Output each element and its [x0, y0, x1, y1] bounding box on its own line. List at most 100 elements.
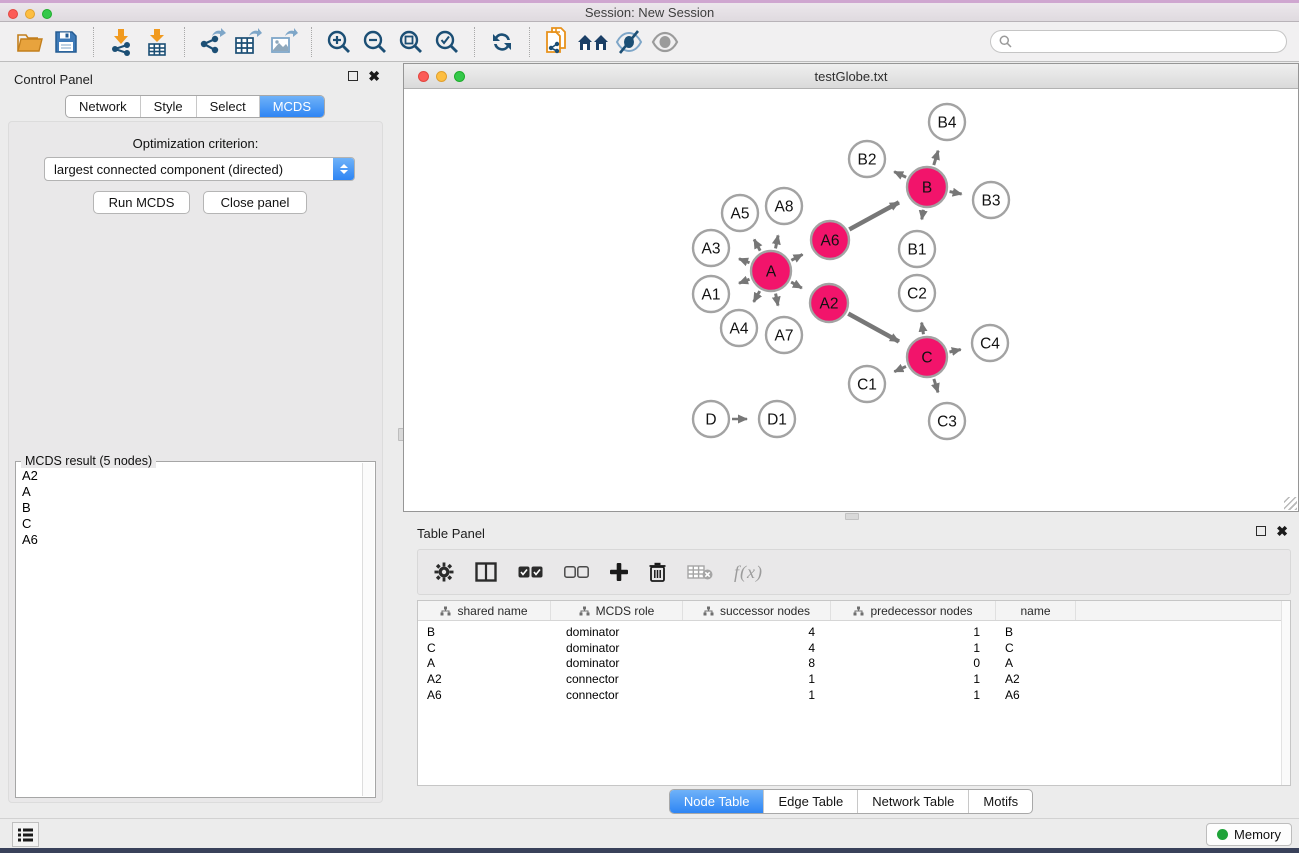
- import-network-button[interactable]: [103, 26, 139, 58]
- graph-node-A6[interactable]: A6: [811, 221, 849, 259]
- add-column-button[interactable]: [610, 563, 628, 581]
- graph-edge-A-A7[interactable]: [776, 294, 778, 306]
- tab-style[interactable]: Style: [140, 96, 196, 117]
- mcds-result-item[interactable]: C: [17, 516, 362, 532]
- tab-node-table[interactable]: Node Table: [670, 790, 764, 813]
- graph-edge-A2-C[interactable]: [848, 314, 899, 342]
- hide-annotations-button[interactable]: [611, 26, 647, 58]
- table-scrollbar[interactable]: [1281, 601, 1290, 785]
- table-row[interactable]: Adominator80A: [418, 656, 1290, 672]
- mcds-result-item[interactable]: A2: [17, 468, 362, 484]
- table-row[interactable]: A6connector11A6: [418, 688, 1290, 704]
- graph-edge-C-C1[interactable]: [894, 366, 906, 371]
- column-header-mcds-role[interactable]: MCDS role: [551, 601, 683, 620]
- close-panel-icon[interactable]: ✖: [1276, 526, 1288, 536]
- export-network-button[interactable]: [194, 26, 230, 58]
- graph-edge-A-A1[interactable]: [739, 279, 750, 283]
- mcds-result-item[interactable]: B: [17, 500, 362, 516]
- table-settings-button[interactable]: [434, 562, 454, 582]
- graph-node-A3[interactable]: A3: [693, 230, 729, 266]
- table-row[interactable]: A2connector11A2: [418, 672, 1290, 688]
- optimization-criterion-select[interactable]: largest connected component (directed): [44, 157, 355, 181]
- graph-edge-B-B4[interactable]: [934, 151, 938, 165]
- zoom-out-button[interactable]: [357, 26, 393, 58]
- graph-node-B4[interactable]: B4: [929, 104, 965, 140]
- graph-node-C4[interactable]: C4: [972, 325, 1008, 361]
- graph-edge-B-B3[interactable]: [950, 192, 962, 194]
- graph-edge-A-A6[interactable]: [791, 254, 802, 260]
- open-file-button[interactable]: [12, 26, 48, 58]
- graph-node-A7[interactable]: A7: [766, 317, 802, 353]
- graph-node-C2[interactable]: C2: [899, 275, 935, 311]
- first-neighbors-button[interactable]: [575, 26, 611, 58]
- graph-node-D1[interactable]: D1: [759, 401, 795, 437]
- deselect-all-columns-button[interactable]: [564, 566, 589, 578]
- graph-edge-B-B2[interactable]: [894, 172, 906, 178]
- close-panel-icon[interactable]: ✖: [368, 71, 380, 81]
- select-all-columns-button[interactable]: [518, 566, 543, 578]
- run-mcds-button[interactable]: Run MCDS: [93, 191, 190, 214]
- graph-edge-A-A3[interactable]: [739, 259, 750, 263]
- zoom-in-button[interactable]: [321, 26, 357, 58]
- float-panel-icon[interactable]: [1256, 526, 1266, 536]
- resize-grip-icon[interactable]: [1284, 497, 1297, 510]
- mcds-result-item[interactable]: A: [17, 484, 362, 500]
- graph-node-A1[interactable]: A1: [693, 276, 729, 312]
- tab-network-table[interactable]: Network Table: [857, 790, 968, 813]
- tab-mcds[interactable]: MCDS: [259, 96, 324, 117]
- graph-edge-C-C4[interactable]: [949, 350, 960, 353]
- graph-node-D[interactable]: D: [693, 401, 729, 437]
- search-input[interactable]: [990, 30, 1287, 53]
- export-image-button[interactable]: [266, 26, 302, 58]
- graph-edge-A-A5[interactable]: [754, 239, 760, 250]
- table-row[interactable]: Bdominator41B: [418, 625, 1290, 641]
- new-network-from-selection-button[interactable]: [539, 26, 575, 58]
- close-panel-button[interactable]: Close panel: [203, 191, 307, 214]
- column-header-successor-nodes[interactable]: successor nodes: [683, 601, 831, 620]
- graph-node-A5[interactable]: A5: [722, 195, 758, 231]
- graph-node-B2[interactable]: B2: [849, 141, 885, 177]
- mcds-list-scrollbar[interactable]: [362, 463, 374, 796]
- tab-select[interactable]: Select: [196, 96, 259, 117]
- task-history-button[interactable]: [12, 822, 39, 847]
- graph-edge-A-A2[interactable]: [791, 282, 802, 288]
- tab-edge-table[interactable]: Edge Table: [763, 790, 857, 813]
- graph-edge-B-B1[interactable]: [922, 210, 924, 220]
- column-header-shared-name[interactable]: shared name: [418, 601, 551, 620]
- horizontal-splitter-handle[interactable]: [845, 513, 859, 520]
- graph-node-C[interactable]: C: [907, 337, 947, 377]
- graph-edge-C-C2[interactable]: [922, 323, 924, 335]
- tab-motifs[interactable]: Motifs: [968, 790, 1032, 813]
- zoom-selected-button[interactable]: [429, 26, 465, 58]
- graph-node-C3[interactable]: C3: [929, 403, 965, 439]
- graph-node-B3[interactable]: B3: [973, 182, 1009, 218]
- tab-network[interactable]: Network: [66, 96, 140, 117]
- show-columns-button[interactable]: [475, 562, 497, 582]
- mcds-result-item[interactable]: A6: [17, 532, 362, 548]
- graph-node-A2[interactable]: A2: [810, 284, 848, 322]
- graph-node-A8[interactable]: A8: [766, 188, 802, 224]
- network-canvas[interactable]: B4 B2 B B3 B1 A5A8A6 A3 A A1A4A7A2 C2 C C4 C1 C3 D D1: [404, 90, 1298, 511]
- graph-node-B[interactable]: B: [907, 167, 947, 207]
- graph-edge-A-A8[interactable]: [776, 235, 779, 248]
- float-panel-icon[interactable]: [348, 71, 358, 81]
- graph-node-B1[interactable]: B1: [899, 231, 935, 267]
- column-header-name[interactable]: name: [996, 601, 1076, 620]
- zoom-fit-button[interactable]: [393, 26, 429, 58]
- save-session-button[interactable]: [48, 26, 84, 58]
- import-table-button[interactable]: [139, 26, 175, 58]
- graph-edge-A6-B[interactable]: [849, 202, 899, 229]
- delete-columns-button[interactable]: [649, 562, 666, 582]
- graph-edge-C-C3[interactable]: [934, 379, 938, 392]
- graph-node-A4[interactable]: A4: [721, 310, 757, 346]
- refresh-view-button[interactable]: [484, 26, 520, 58]
- graph-edge-A-A4[interactable]: [754, 291, 760, 302]
- show-annotations-button[interactable]: [647, 26, 683, 58]
- export-table-button[interactable]: [230, 26, 266, 58]
- table-row[interactable]: Cdominator41C: [418, 641, 1290, 657]
- network-window-titlebar[interactable]: testGlobe.txt: [404, 64, 1298, 89]
- column-header-predecessor-nodes[interactable]: predecessor nodes: [831, 601, 996, 620]
- graph-node-A[interactable]: A: [751, 251, 791, 291]
- graph-node-C1[interactable]: C1: [849, 366, 885, 402]
- memory-button[interactable]: Memory: [1206, 823, 1292, 846]
